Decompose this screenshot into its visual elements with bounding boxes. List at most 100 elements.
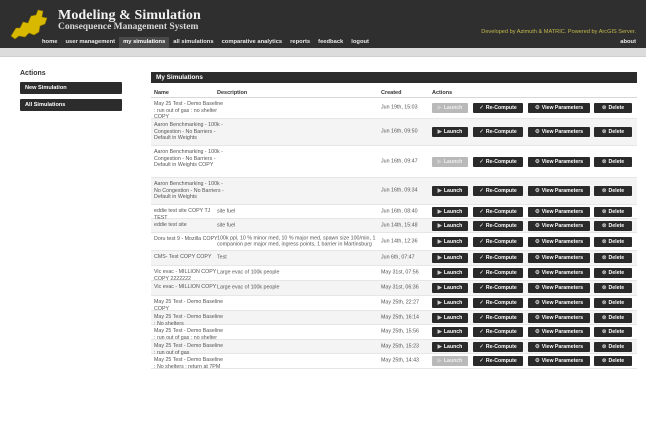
delete-button[interactable]: ⊗ Delete bbox=[594, 127, 632, 137]
sim-created: Jun 14th, 12:36 bbox=[381, 238, 418, 245]
delete-button[interactable]: ⊗ Delete bbox=[594, 341, 632, 352]
recompute-button[interactable]: ✓ Re-Compute bbox=[473, 186, 523, 196]
launch-icon: ▶ bbox=[437, 270, 442, 276]
recompute-button[interactable]: ✓ Re-Compute bbox=[473, 236, 523, 247]
launch-button[interactable]: ▶ Launch bbox=[432, 127, 468, 137]
all-simulations-button[interactable]: All Simulations bbox=[20, 99, 122, 111]
recompute-button[interactable]: ✓ Re-Compute bbox=[473, 103, 523, 113]
launch-button[interactable]: ▶ Launch bbox=[432, 253, 468, 263]
delete-icon: ⊗ bbox=[601, 188, 607, 194]
delete-button[interactable]: ⊗ Delete bbox=[594, 103, 632, 113]
view-parameters-button[interactable]: ⚙ View Parameters bbox=[528, 327, 590, 337]
launch-button[interactable]: ▶ Launch bbox=[432, 186, 468, 196]
launch-button[interactable]: ▶ Launch bbox=[432, 236, 468, 247]
column-header-description: Description bbox=[217, 90, 248, 96]
launch-icon: ▶ bbox=[437, 105, 442, 111]
launch-label: Launch bbox=[443, 188, 463, 194]
launch-button[interactable]: ▶ Launch bbox=[432, 298, 468, 308]
view-parameters-button[interactable]: ⚙ View Parameters bbox=[528, 312, 590, 323]
sim-name[interactable]: Aaron Benchmarking - 100k - Congestion -… bbox=[154, 122, 224, 142]
view-parameters-button[interactable]: ⚙ View Parameters bbox=[528, 206, 590, 217]
launch-button[interactable]: ▶ Launch bbox=[432, 327, 468, 337]
recompute-button[interactable]: ✓ Re-Compute bbox=[473, 253, 523, 263]
launch-button[interactable]: ▶ Launch bbox=[432, 220, 468, 231]
recompute-button[interactable]: ✓ Re-Compute bbox=[473, 206, 523, 217]
table-row: eddie test site site fuel Jun 14th, 15:48 ▶… bbox=[151, 219, 637, 233]
delete-button[interactable]: ⊗ Delete bbox=[594, 268, 632, 278]
nav-home[interactable]: home bbox=[38, 37, 61, 48]
view-parameters-button[interactable]: ⚙ View Parameters bbox=[528, 236, 590, 247]
sim-created: May 25th, 16:14 bbox=[381, 314, 419, 321]
view-parameters-button[interactable]: ⚙ View Parameters bbox=[528, 341, 590, 352]
recompute-button[interactable]: ✓ Re-Compute bbox=[473, 298, 523, 308]
nav-all-simulations[interactable]: all simulations bbox=[169, 37, 217, 48]
sim-name[interactable]: CMS- Test COPY COPY bbox=[154, 254, 224, 261]
delete-button[interactable]: ⊗ Delete bbox=[594, 220, 632, 231]
recompute-button[interactable]: ✓ Re-Compute bbox=[473, 156, 523, 167]
nav-about[interactable]: about bbox=[620, 39, 636, 45]
nav-reports[interactable]: reports bbox=[286, 37, 314, 48]
launch-button[interactable]: ▶ Launch bbox=[432, 356, 468, 366]
nav-logout[interactable]: logout bbox=[347, 37, 373, 48]
launch-label: Launch bbox=[443, 105, 463, 111]
delete-button[interactable]: ⊗ Delete bbox=[594, 206, 632, 217]
view-parameters-button[interactable]: ⚙ View Parameters bbox=[528, 127, 590, 137]
sim-name[interactable]: Aaron Benchmarking - 100k - Congestion -… bbox=[154, 149, 224, 169]
recompute-button[interactable]: ✓ Re-Compute bbox=[473, 312, 523, 323]
sim-name[interactable]: Aaron Benchmarking - 100k - No Congestio… bbox=[154, 181, 224, 201]
view-parameters-button[interactable]: ⚙ View Parameters bbox=[528, 186, 590, 196]
recompute-button[interactable]: ✓ Re-Compute bbox=[473, 327, 523, 337]
view-parameters-button[interactable]: ⚙ View Parameters bbox=[528, 283, 590, 293]
launch-label: Launch bbox=[443, 329, 463, 335]
delete-icon: ⊗ bbox=[601, 300, 607, 306]
nav-my-simulations[interactable]: my simulations bbox=[119, 37, 170, 48]
view-parameters-label: View Parameters bbox=[541, 343, 584, 350]
sim-name[interactable]: eddie test site bbox=[154, 222, 224, 229]
launch-button[interactable]: ▶ Launch bbox=[432, 206, 468, 217]
recompute-label: Re-Compute bbox=[485, 188, 517, 194]
delete-button[interactable]: ⊗ Delete bbox=[594, 298, 632, 308]
launch-button[interactable]: ▶ Launch bbox=[432, 156, 468, 167]
view-parameters-button[interactable]: ⚙ View Parameters bbox=[528, 156, 590, 167]
nav-user-management[interactable]: user management bbox=[61, 37, 119, 48]
recompute-button[interactable]: ✓ Re-Compute bbox=[473, 356, 523, 366]
launch-button[interactable]: ▶ Launch bbox=[432, 341, 468, 352]
launch-button[interactable]: ▶ Launch bbox=[432, 283, 468, 293]
new-simulation-button[interactable]: New Simulation bbox=[20, 82, 122, 94]
recompute-button[interactable]: ✓ Re-Compute bbox=[473, 268, 523, 278]
delete-button[interactable]: ⊗ Delete bbox=[594, 327, 632, 337]
recompute-icon: ✓ bbox=[479, 208, 484, 215]
view-parameters-button[interactable]: ⚙ View Parameters bbox=[528, 103, 590, 113]
view-parameters-button[interactable]: ⚙ View Parameters bbox=[528, 268, 590, 278]
launch-label: Launch bbox=[443, 343, 463, 350]
sim-name[interactable]: May 25 Test - Demo Baseline : No shelter… bbox=[154, 357, 224, 370]
view-parameters-button[interactable]: ⚙ View Parameters bbox=[528, 298, 590, 308]
sim-created: May 31st, 06:36 bbox=[381, 284, 419, 291]
recompute-button[interactable]: ✓ Re-Compute bbox=[473, 283, 523, 293]
delete-button[interactable]: ⊗ Delete bbox=[594, 312, 632, 323]
delete-button[interactable]: ⊗ Delete bbox=[594, 253, 632, 263]
launch-icon: ▶ bbox=[437, 158, 442, 165]
gear-icon: ⚙ bbox=[534, 270, 540, 276]
view-parameters-button[interactable]: ⚙ View Parameters bbox=[528, 356, 590, 366]
recompute-button[interactable]: ✓ Re-Compute bbox=[473, 341, 523, 352]
launch-button[interactable]: ▶ Launch bbox=[432, 103, 468, 113]
view-parameters-button[interactable]: ⚙ View Parameters bbox=[528, 253, 590, 263]
nav-feedback[interactable]: feedback bbox=[314, 37, 347, 48]
sim-name[interactable]: May 25 Test - Demo Baseline : run out of… bbox=[154, 101, 224, 121]
delete-button[interactable]: ⊗ Delete bbox=[594, 156, 632, 167]
delete-button[interactable]: ⊗ Delete bbox=[594, 356, 632, 366]
view-parameters-button[interactable]: ⚙ View Parameters bbox=[528, 220, 590, 231]
launch-label: Launch bbox=[443, 285, 463, 291]
delete-button[interactable]: ⊗ Delete bbox=[594, 186, 632, 196]
delete-button[interactable]: ⊗ Delete bbox=[594, 283, 632, 293]
sim-name[interactable]: Doru test 9 - Mozilla COPY bbox=[154, 236, 224, 243]
nav-comparative-analytics[interactable]: comparative analytics bbox=[218, 37, 287, 48]
recompute-button[interactable]: ✓ Re-Compute bbox=[473, 220, 523, 231]
launch-button[interactable]: ▶ Launch bbox=[432, 312, 468, 323]
delete-button[interactable]: ⊗ Delete bbox=[594, 236, 632, 247]
sim-name[interactable]: Vic evac - MILLION COPY bbox=[154, 284, 224, 291]
table-row: May 25 Test - Demo Baseline : No shelter… bbox=[151, 354, 637, 370]
launch-button[interactable]: ▶ Launch bbox=[432, 268, 468, 278]
recompute-button[interactable]: ✓ Re-Compute bbox=[473, 127, 523, 137]
